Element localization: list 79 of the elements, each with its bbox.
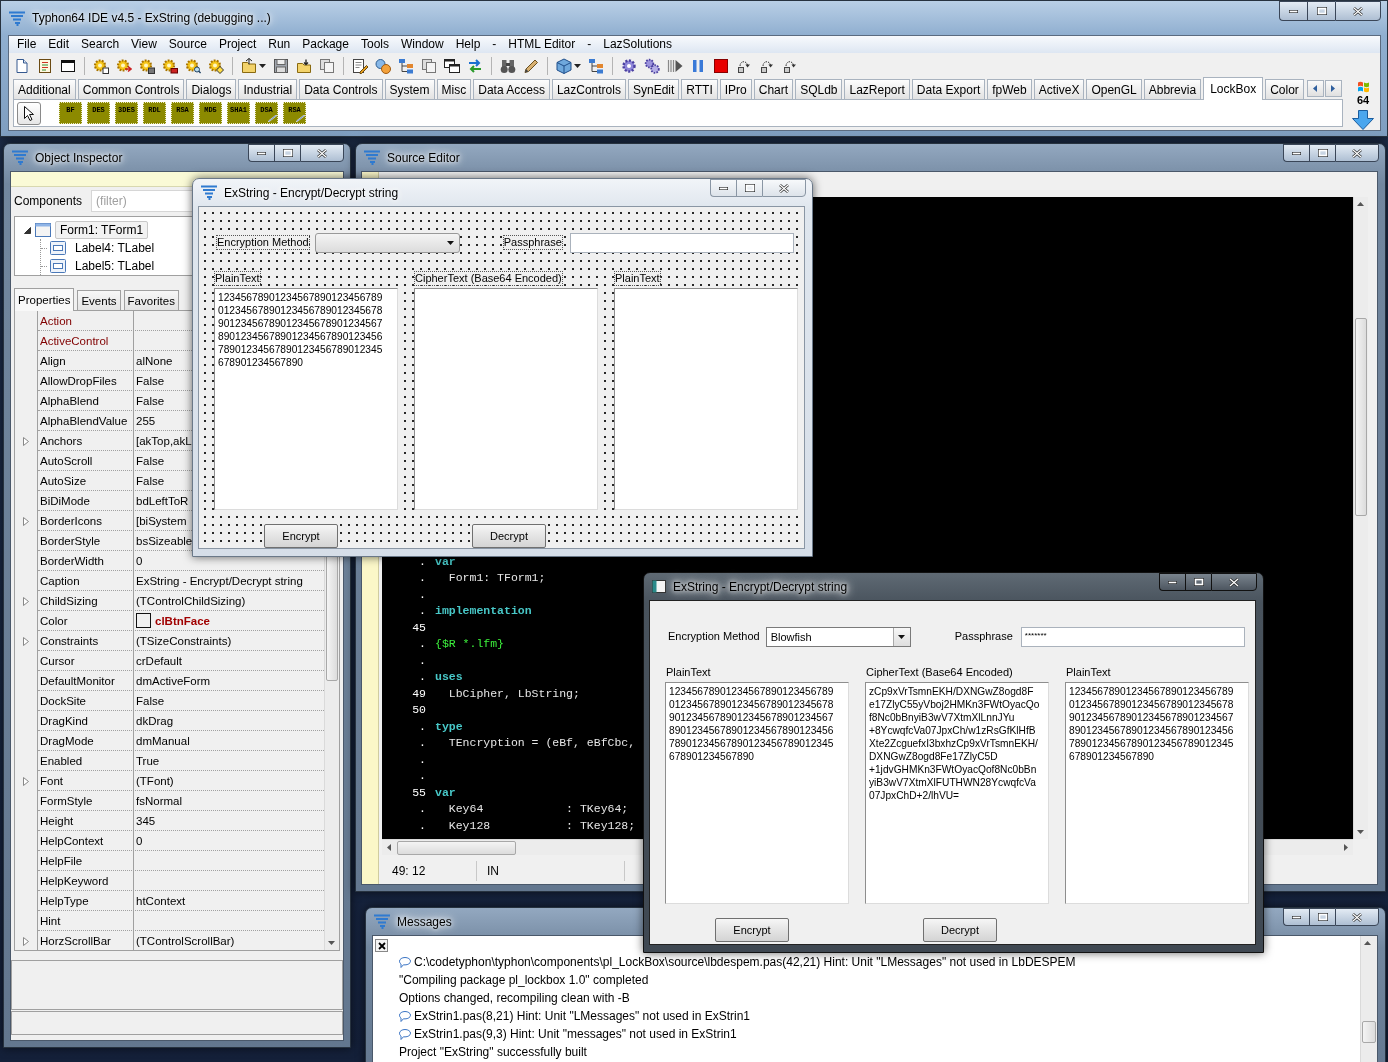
window-title: Object Inspector xyxy=(35,150,123,165)
line-number: 45 xyxy=(411,619,427,636)
column-label: CipherText (Base64 Encoded) xyxy=(866,666,1013,679)
property-name: Action xyxy=(40,314,72,327)
property-name: HelpType xyxy=(40,894,89,907)
code-line: implementation xyxy=(435,603,532,620)
line-number: . xyxy=(418,751,427,768)
bitness-label: 64 xyxy=(1356,94,1370,107)
window-title: Typhon64 IDE v4.5 - ExString (debugging ...) xyxy=(32,11,271,25)
property-name: BorderWidth xyxy=(40,554,104,567)
property-name: DragKind xyxy=(40,714,88,727)
property-name: Height xyxy=(40,814,74,827)
property-name: Cursor xyxy=(40,654,75,667)
line-number: . xyxy=(418,669,427,686)
property-name: BorderStyle xyxy=(40,534,101,547)
property-name: HorzScrollBar xyxy=(40,934,111,947)
code-line: Key128 : TKey128; xyxy=(447,817,636,834)
column-label: PlainText xyxy=(1066,666,1111,679)
line-number: . xyxy=(418,768,427,785)
window-title: Messages xyxy=(397,914,452,929)
line-number: . xyxy=(418,636,427,653)
property-name: BiDiMode xyxy=(40,494,90,507)
line-number: . xyxy=(418,718,427,735)
property-name: AutoScroll xyxy=(40,454,93,467)
field-label: Passphrase xyxy=(954,630,1013,643)
property-name: ActiveControl xyxy=(40,334,109,347)
code-line: {$R *.lfm} xyxy=(435,636,504,653)
line-number: . xyxy=(418,570,427,587)
line-number: . xyxy=(418,553,427,570)
field-label: Encryption Method xyxy=(217,236,309,249)
window-title: Source Editor xyxy=(387,150,460,165)
line-number: . xyxy=(418,735,427,752)
status-text: 49: 12 xyxy=(392,864,426,879)
property-name: HelpContext xyxy=(40,834,104,847)
property-name: Align xyxy=(40,354,66,367)
property-name: Color xyxy=(40,614,68,627)
components-label: Components xyxy=(14,194,83,208)
code-line: var xyxy=(435,784,456,801)
code-line: uses xyxy=(435,669,463,686)
code-line: Form1: TForm1; xyxy=(447,570,546,587)
property-name: AlphaBlendValue xyxy=(40,414,128,427)
line-number: . xyxy=(418,603,427,620)
property-name: Enabled xyxy=(40,754,83,767)
field-label: Passphrase xyxy=(503,236,562,249)
property-name: BorderIcons xyxy=(40,514,102,527)
property-name: HelpKeyword xyxy=(40,874,109,887)
line-number: . xyxy=(418,652,427,669)
status-text: IN xyxy=(487,864,499,879)
field-label: Encryption Method xyxy=(668,630,760,643)
property-name: ChildSizing xyxy=(40,594,98,607)
line-number: . xyxy=(418,586,427,603)
column-label: PlainText xyxy=(615,272,660,285)
property-name: FormStyle xyxy=(40,794,93,807)
line-number: 49 xyxy=(411,685,427,702)
property-name: Constraints xyxy=(40,634,99,647)
line-number: . xyxy=(418,817,427,834)
line-number: 55 xyxy=(411,784,427,801)
column-label: PlainText xyxy=(666,666,711,679)
property-name: AllowDropFiles xyxy=(40,374,117,387)
code-line: TEncryption = (eBf, eBfCbc, xyxy=(447,735,636,752)
code-line: LbCipher, LbString; xyxy=(447,685,580,702)
property-name: AutoSize xyxy=(40,474,87,487)
code-line: var xyxy=(435,553,456,570)
property-name: HelpFile xyxy=(40,854,83,867)
property-name: DefaultMonitor xyxy=(40,674,115,687)
property-name: Caption xyxy=(40,574,80,587)
property-name: Hint xyxy=(40,914,61,927)
property-name: AlphaBlend xyxy=(40,394,99,407)
property-name: DockSite xyxy=(40,694,87,707)
column-label: PlainText xyxy=(215,272,260,285)
code-line: type xyxy=(435,718,463,735)
property-name: Anchors xyxy=(40,434,83,447)
line-number: 50 xyxy=(411,702,427,719)
property-name: Font xyxy=(40,774,63,787)
line-number: . xyxy=(418,801,427,818)
code-line: Key64 : TKey64; xyxy=(447,801,629,818)
column-label: CipherText (Base64 Encoded) xyxy=(415,272,562,285)
property-name: DragMode xyxy=(40,734,94,747)
window-title: ExString - Encrypt/Decrypt string xyxy=(673,579,848,594)
